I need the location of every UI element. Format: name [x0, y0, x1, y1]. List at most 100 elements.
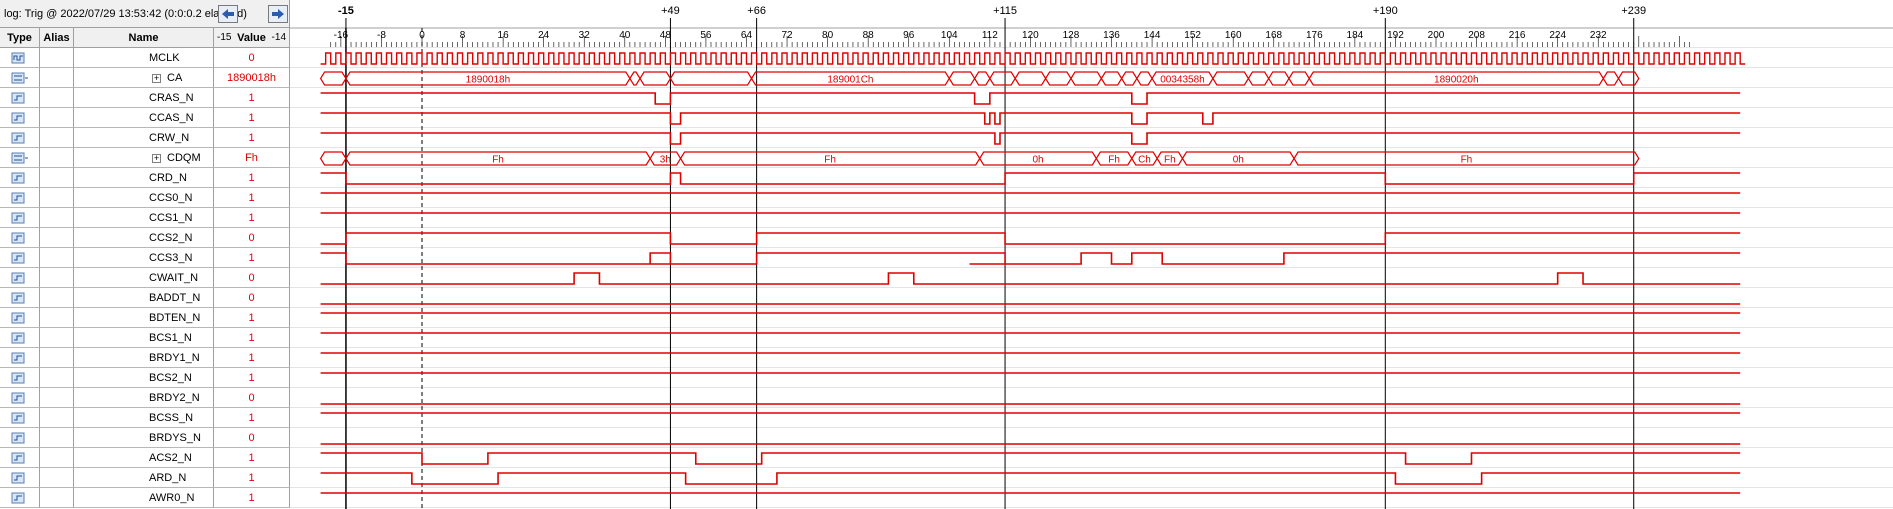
signal-type-cell[interactable] [0, 68, 40, 88]
signal-name: CCS0_N [149, 191, 193, 204]
signal-alias-cell[interactable] [40, 408, 74, 428]
signal-alias-cell[interactable] [40, 288, 74, 308]
expand-group-icon[interactable]: + [152, 153, 161, 163]
signal-name-cell[interactable]: BDTEN_N [74, 308, 214, 328]
scroll-right-button[interactable] [268, 5, 288, 23]
signal-alias-cell[interactable] [40, 48, 74, 68]
signal-name-cell[interactable]: CCS3_N [74, 248, 214, 268]
signal-alias-cell[interactable] [40, 128, 74, 148]
ruler-area [290, 0, 1893, 48]
signal-name-cell[interactable]: CWAIT_N [74, 268, 214, 288]
signal-type-cell[interactable] [0, 248, 40, 268]
signal-type-cell[interactable] [0, 188, 40, 208]
ruler-tick-label: 72 [781, 30, 793, 41]
signal-name-cell[interactable]: + CDQM [74, 148, 214, 168]
signal-type-cell[interactable] [0, 128, 40, 148]
signal-type-cell[interactable] [0, 208, 40, 228]
signal-type-cell[interactable] [0, 368, 40, 388]
signal-alias-cell[interactable] [40, 328, 74, 348]
signal-alias-cell[interactable] [40, 228, 74, 248]
bit-signal-icon [11, 372, 24, 383]
signal-alias-cell[interactable] [40, 488, 74, 508]
signal-alias-cell[interactable] [40, 348, 74, 368]
signal-name-cell[interactable]: CCS0_N [74, 188, 214, 208]
value-header-left-tick: -15 [217, 32, 232, 43]
signal-type-cell[interactable] [0, 228, 40, 248]
signal-alias-cell[interactable] [40, 268, 74, 288]
signal-name: BCS2_N [149, 371, 192, 384]
signal-alias-cell[interactable] [40, 188, 74, 208]
signal-alias-cell[interactable] [40, 208, 74, 228]
value-header-right-tick: -14 [271, 32, 286, 43]
signal-value-cell: 0 [214, 228, 290, 248]
scroll-left-button[interactable] [218, 5, 238, 23]
signal-type-cell[interactable] [0, 468, 40, 488]
name-column-header[interactable]: Name [74, 28, 214, 48]
bus-segment [1247, 71, 1270, 86]
marker-label: +66 [747, 5, 766, 17]
signal-alias-cell[interactable] [40, 308, 74, 328]
type-column-header[interactable]: Type [0, 28, 40, 48]
signal-type-cell[interactable] [0, 168, 40, 188]
signal-value: 1 [248, 491, 255, 504]
bus-value-label: 0034358h [1160, 75, 1205, 86]
signal-name-cell[interactable]: BCS1_N [74, 328, 214, 348]
signal-name-cell[interactable]: BCSS_N [74, 408, 214, 428]
signal-type-cell[interactable] [0, 328, 40, 348]
signal-type-cell[interactable] [0, 48, 40, 68]
signal-alias-cell[interactable] [40, 248, 74, 268]
signal-alias-cell[interactable] [40, 148, 74, 168]
signal-alias-cell[interactable] [40, 468, 74, 488]
bus-value-label: Fh [1164, 155, 1176, 166]
signal-name-cell[interactable]: CRD_N [74, 168, 214, 188]
bus-segment [1120, 71, 1138, 86]
signal-name-cell[interactable]: BADDT_N [74, 288, 214, 308]
signal-name-cell[interactable]: CRW_N [74, 128, 214, 148]
signal-type-cell[interactable] [0, 148, 40, 168]
signal-alias-cell[interactable] [40, 68, 74, 88]
expand-group-icon[interactable]: + [152, 73, 161, 83]
signal-type-cell[interactable] [0, 268, 40, 288]
signal-name-cell[interactable]: BRDY2_N [74, 388, 214, 408]
signal-name-cell[interactable]: BCS2_N [74, 368, 214, 388]
signal-name-cell[interactable]: ARD_N [74, 468, 214, 488]
ruler-tick-label: 232 [1590, 30, 1607, 41]
signal-name-cell[interactable]: + CA [74, 68, 214, 88]
logic-analyzer-window: log: Trig @ 2022/07/29 13:53:42 (0:0:0.2… [0, 0, 1893, 509]
signal-name-cell[interactable]: CCS1_N [74, 208, 214, 228]
signal-type-cell[interactable] [0, 488, 40, 508]
waveform-display[interactable]: -15+49+66+115+190+239-16-808162432404856… [290, 0, 1893, 509]
signal-alias-cell[interactable] [40, 88, 74, 108]
signal-type-cell[interactable] [0, 288, 40, 308]
ruler-tick-label: 16 [498, 30, 510, 41]
digital-trace [320, 272, 1741, 285]
signal-name-cell[interactable]: BRDY1_N [74, 348, 214, 368]
signal-alias-cell[interactable] [40, 428, 74, 448]
signal-value-cell: 1 [214, 248, 290, 268]
signal-name-cell[interactable]: BRDYS_N [74, 428, 214, 448]
signal-alias-cell[interactable] [40, 168, 74, 188]
signal-type-cell[interactable] [0, 108, 40, 128]
signal-name-cell[interactable]: ACS2_N [74, 448, 214, 468]
signal-type-cell[interactable] [0, 88, 40, 108]
signal-name-cell[interactable]: CCAS_N [74, 108, 214, 128]
arrow-right-icon [272, 9, 284, 19]
signal-name-cell[interactable]: CRAS_N [74, 88, 214, 108]
signal-type-cell[interactable] [0, 348, 40, 368]
signal-type-cell[interactable] [0, 308, 40, 328]
signal-type-cell[interactable] [0, 408, 40, 428]
value-column-header[interactable]: -15 Value -14 [214, 28, 290, 48]
signal-name-cell[interactable]: MCLK [74, 48, 214, 68]
signal-name-cell[interactable]: AWR0_N [74, 488, 214, 508]
signal-alias-cell[interactable] [40, 368, 74, 388]
signal-alias-cell[interactable] [40, 448, 74, 468]
alias-column-header[interactable]: Alias [40, 28, 74, 48]
signal-name: MCLK [149, 51, 180, 64]
signal-type-cell[interactable] [0, 448, 40, 468]
signal-alias-cell[interactable] [40, 108, 74, 128]
signal-name-cell[interactable]: CCS2_N [74, 228, 214, 248]
signal-type-cell[interactable] [0, 428, 40, 448]
signal-alias-cell[interactable] [40, 388, 74, 408]
signal-type-cell[interactable] [0, 388, 40, 408]
bit-signal-icon [11, 292, 24, 303]
